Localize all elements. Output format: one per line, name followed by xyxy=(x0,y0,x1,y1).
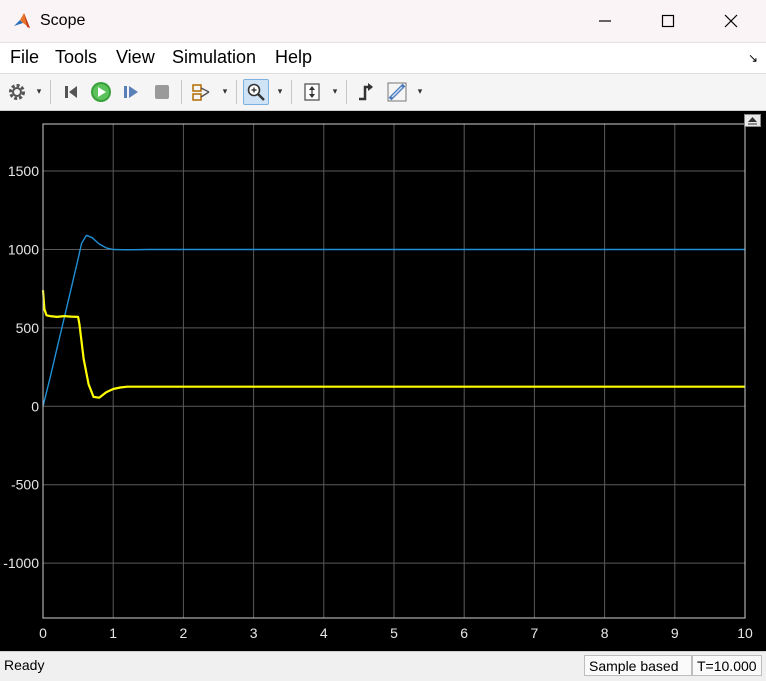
y-tick-label: 1000 xyxy=(8,241,39,257)
autoscale-dropdown-icon[interactable]: ▾ xyxy=(331,84,339,98)
sample-mode-indicator: Sample based xyxy=(584,655,692,676)
toolbar-separator xyxy=(346,80,347,104)
status-ready-text: Ready xyxy=(4,657,45,673)
y-tick-label: 1500 xyxy=(8,163,39,179)
autoscale-icon xyxy=(304,83,320,101)
toolbar-separator xyxy=(50,80,51,104)
x-tick-label: 1 xyxy=(109,625,117,641)
x-tick-label: 10 xyxy=(737,625,753,641)
scope-display: 0 1 2 3 4 5 6 7 8 9 10 1500 1000 500 0 -500 -1000 xyxy=(0,111,766,651)
stop-icon xyxy=(155,85,169,99)
x-tick-label: 6 xyxy=(460,625,468,641)
menu-help[interactable]: Help xyxy=(275,47,312,68)
y-tick-label: -500 xyxy=(11,477,39,493)
toolbar-separator xyxy=(291,80,292,104)
minimize-button[interactable] xyxy=(582,0,628,42)
stop-button[interactable] xyxy=(149,79,175,105)
maximize-button[interactable] xyxy=(645,0,691,42)
restore-axes-icon[interactable] xyxy=(744,114,761,127)
x-tick-label: 7 xyxy=(531,625,539,641)
toolbar-separator xyxy=(181,80,182,104)
trigger-icon xyxy=(359,83,373,101)
x-tick-label: 5 xyxy=(390,625,398,641)
autoscale-button[interactable] xyxy=(299,79,325,105)
highlight-block-icon xyxy=(192,84,210,101)
run-icon xyxy=(91,82,111,102)
run-button[interactable] xyxy=(88,79,114,105)
maximize-icon xyxy=(661,14,675,28)
x-tick-label: 3 xyxy=(250,625,258,641)
matlab-logo-icon xyxy=(14,13,30,28)
zoom-dropdown-icon[interactable]: ▾ xyxy=(276,84,284,98)
menu-simulation[interactable]: Simulation xyxy=(172,47,256,68)
step-forward-icon xyxy=(124,86,138,98)
menu-view[interactable]: View xyxy=(116,47,155,68)
title-bar: Scope xyxy=(0,0,766,43)
zoom-icon xyxy=(247,83,265,101)
step-forward-button[interactable] xyxy=(118,79,144,105)
highlight-block-button[interactable] xyxy=(189,79,215,105)
status-bar: Ready Sample based T=10.000 xyxy=(0,651,766,681)
settings-gear-icon xyxy=(9,84,25,100)
simulation-time-indicator: T=10.000 xyxy=(692,655,762,676)
x-tick-label: 8 xyxy=(601,625,609,641)
step-back-icon xyxy=(65,86,77,98)
highlight-dropdown-icon[interactable]: ▾ xyxy=(221,84,229,98)
measure-dropdown-icon[interactable]: ▾ xyxy=(416,84,424,98)
trigger-button[interactable] xyxy=(353,79,379,105)
menu-overflow-arrow-icon[interactable]: ↘ xyxy=(748,51,758,65)
cursor-measure-button[interactable] xyxy=(384,79,410,105)
scope-plot: 0 1 2 3 4 5 6 7 8 9 10 1500 1000 500 0 -500 -1000 xyxy=(3,123,753,641)
menu-file[interactable]: File xyxy=(10,47,39,68)
close-icon xyxy=(724,14,738,28)
toolbar: ▾ ▾ ▾ ▾ ▾ xyxy=(0,74,766,111)
step-back-button[interactable] xyxy=(58,79,84,105)
window-title: Scope xyxy=(40,12,86,29)
x-tick-label: 9 xyxy=(671,625,679,641)
y-tick-label: 0 xyxy=(31,398,39,414)
y-tick-label: 500 xyxy=(16,320,40,336)
x-tick-label: 4 xyxy=(320,625,328,641)
menu-bar: File Tools View Simulation Help ↘ xyxy=(0,43,766,74)
x-tick-label: 0 xyxy=(39,625,47,641)
toolbar-separator xyxy=(236,80,237,104)
menu-tools[interactable]: Tools xyxy=(55,47,97,68)
settings-dropdown-icon[interactable]: ▾ xyxy=(35,84,43,98)
cursor-measure-icon xyxy=(387,82,407,102)
zoom-button[interactable] xyxy=(243,79,269,105)
y-tick-label: -1000 xyxy=(3,555,39,571)
minimize-icon xyxy=(599,20,611,22)
x-tick-label: 2 xyxy=(180,625,188,641)
close-button[interactable] xyxy=(708,0,754,42)
settings-button[interactable] xyxy=(4,79,30,105)
